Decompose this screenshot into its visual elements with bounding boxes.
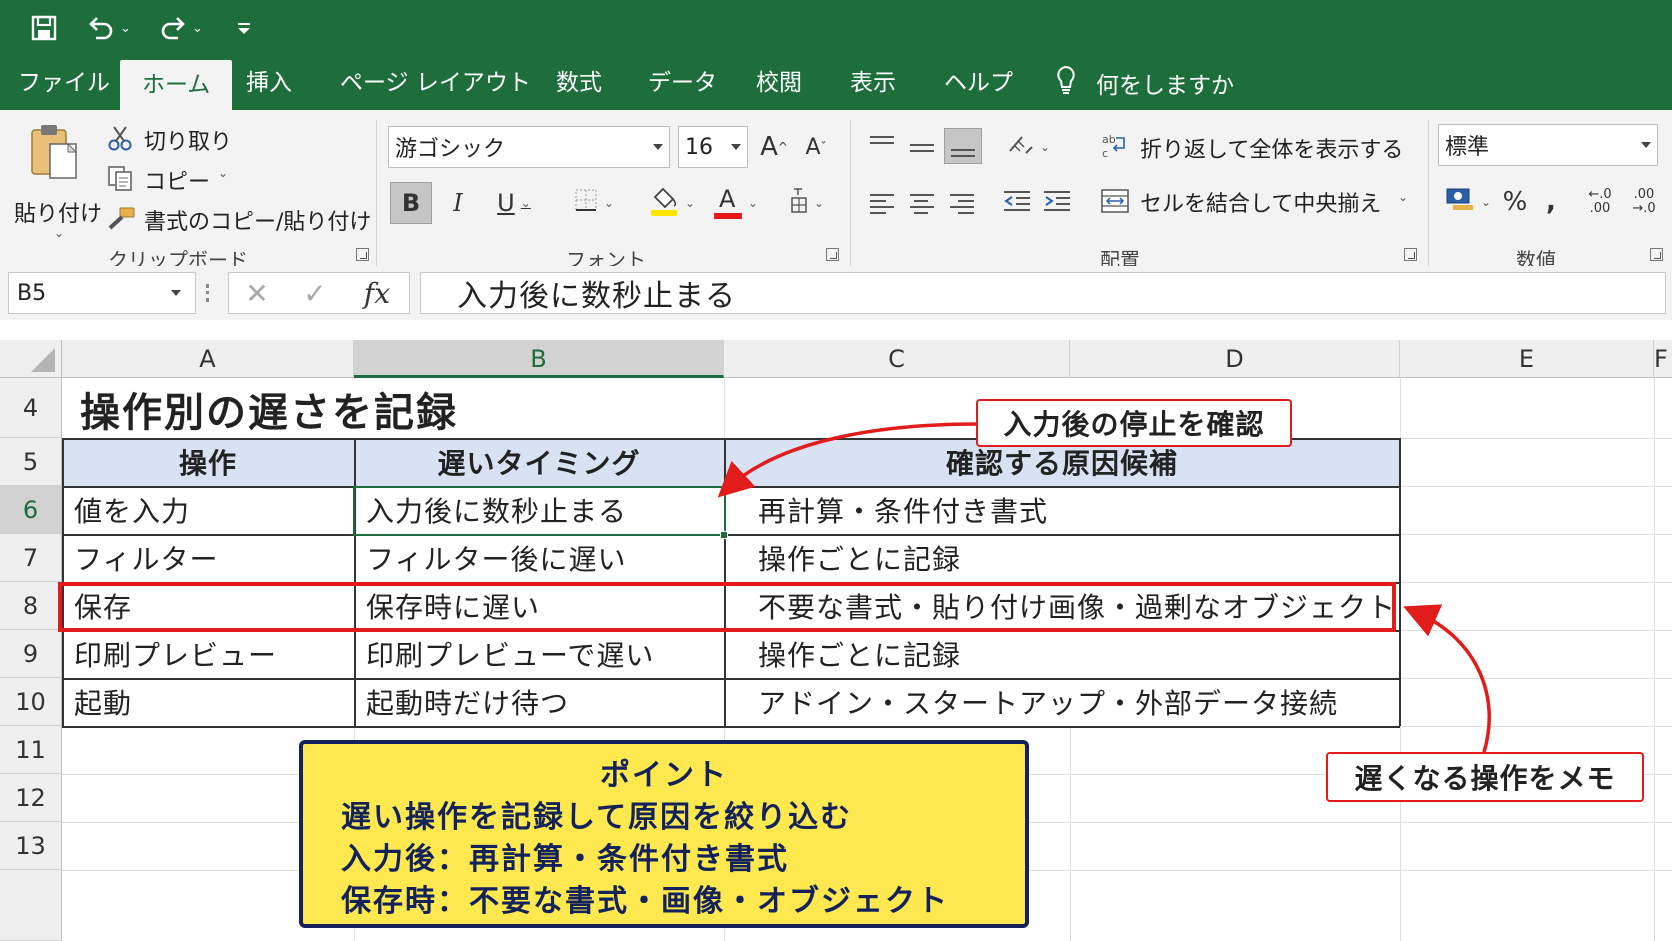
arrow-to-b6 bbox=[717, 422, 979, 498]
point-line: 遅い操作を記録して原因を絞り込む bbox=[341, 800, 853, 835]
arrow-to-row8 bbox=[1403, 604, 1491, 753]
point-line: 保存時：不要な書式・画像・オブジェクト bbox=[341, 884, 949, 919]
point-title: ポイント bbox=[600, 758, 728, 793]
point-box: ポイント 遅い操作を記録して原因を絞り込む 入力後：再計算・条件付き書式 保存時… bbox=[299, 740, 1029, 928]
point-line: 入力後：再計算・条件付き書式 bbox=[341, 842, 789, 877]
